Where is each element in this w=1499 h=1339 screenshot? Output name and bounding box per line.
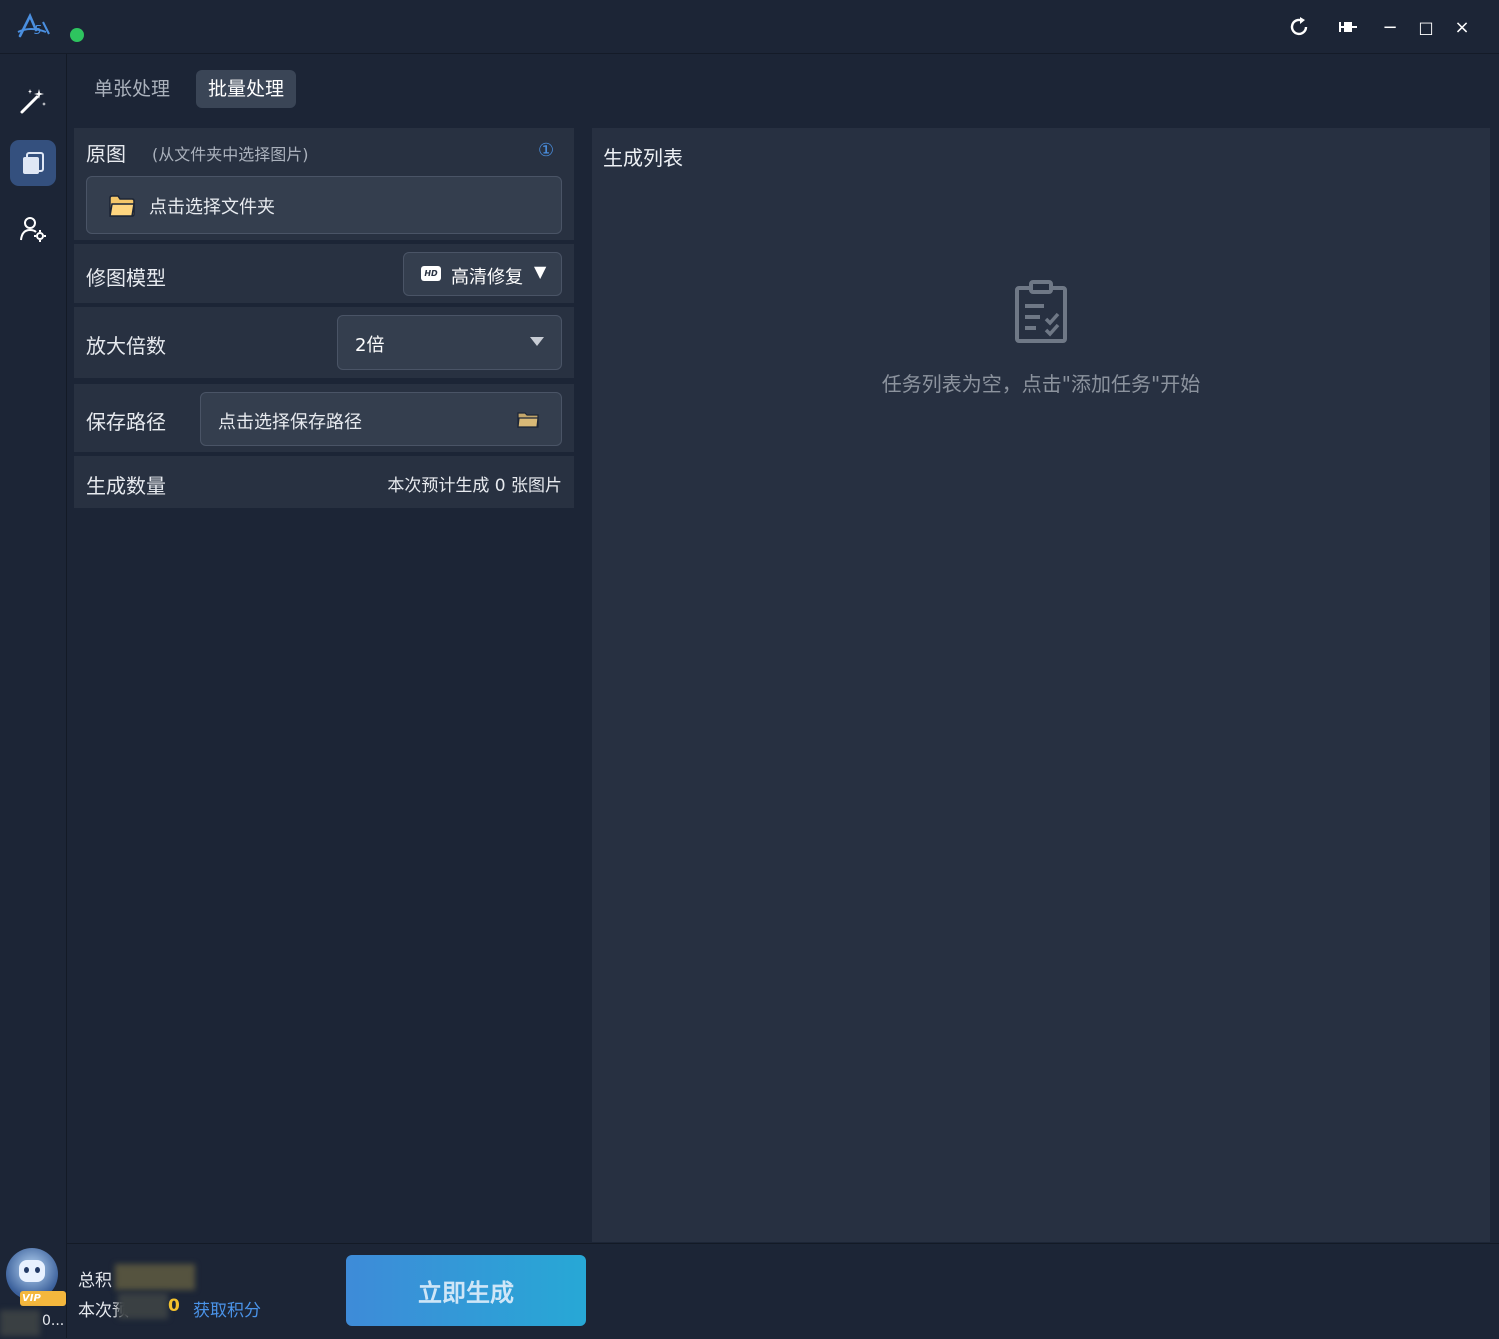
batch-nav-button[interactable] — [10, 140, 56, 186]
source-section: 原图 (从文件夹中选择图片) ① 点击选择文件夹 — [74, 128, 574, 240]
folder-icon[interactable] — [517, 411, 539, 429]
folder-icon — [109, 195, 135, 217]
save-path-field[interactable]: 点击选择保存路径 — [200, 392, 562, 446]
refresh-icon[interactable] — [1286, 14, 1312, 40]
blurred-total-points — [115, 1264, 195, 1290]
online-status-dot — [70, 28, 84, 42]
count-text: 本次预计生成 0 张图片 — [387, 476, 562, 496]
vip-badge: VIP — [20, 1291, 66, 1306]
select-folder-label: 点击选择文件夹 — [149, 197, 275, 218]
count-section: 生成数量 本次预计生成 0 张图片 — [74, 456, 574, 508]
layers-icon — [23, 152, 44, 174]
tab-single[interactable]: 单张处理 — [82, 70, 182, 108]
tab-bar: 单张处理 批量处理 — [67, 54, 1499, 122]
scale-label: 放大倍数 — [86, 334, 166, 358]
chevron-down-icon: ▼ — [534, 262, 547, 281]
hd-icon: HD — [421, 266, 441, 281]
chevron-down-icon — [530, 337, 544, 346]
tab-batch[interactable]: 批量处理 — [196, 70, 297, 108]
close-button[interactable]: × — [1449, 14, 1475, 40]
username-tail: 0... — [42, 1313, 65, 1329]
model-section: 修图模型 HD 高清修复 ▼ — [74, 244, 574, 303]
source-label: 原图 — [86, 142, 126, 166]
generate-button[interactable]: 立即生成 — [346, 1255, 586, 1326]
scale-section: 放大倍数 2倍 — [74, 307, 574, 378]
this-time-points-tail: 0 — [168, 1296, 180, 1316]
save-path-section: 保存路径 点击选择保存路径 — [74, 384, 574, 452]
model-select[interactable]: HD 高清修复 ▼ — [403, 252, 562, 296]
minimize-button[interactable]: − — [1377, 14, 1403, 40]
pin-icon[interactable] — [1335, 14, 1361, 40]
maximize-icon: □ — [1418, 17, 1434, 37]
task-list-panel: 生成列表 任务列表为空，点击"添加任务"开始 — [592, 128, 1490, 1242]
select-folder-button[interactable]: 点击选择文件夹 — [86, 176, 562, 234]
close-icon: × — [1454, 16, 1470, 38]
empty-task-message: 任务列表为空，点击"添加任务"开始 — [881, 372, 1201, 396]
source-hint: (从文件夹中选择图片) — [152, 145, 309, 164]
model-label: 修图模型 — [86, 266, 166, 290]
blurred-username — [0, 1310, 40, 1336]
title-bar: 5 − □ × — [0, 0, 1499, 54]
info-icon[interactable]: ① — [538, 140, 554, 161]
svg-text:5: 5 — [34, 23, 42, 37]
task-list-title: 生成列表 — [603, 146, 683, 170]
bottom-bar — [67, 1243, 1499, 1339]
minimize-icon: − — [1382, 16, 1398, 38]
clipboard-icon — [1015, 280, 1067, 343]
get-points-link[interactable]: 获取积分 — [193, 1296, 261, 1321]
count-label: 生成数量 — [86, 474, 166, 498]
scale-select[interactable]: 2倍 — [337, 315, 562, 370]
user-gear-icon — [20, 217, 46, 242]
model-value: 高清修复 — [451, 267, 523, 288]
magic-wand-icon — [20, 89, 46, 114]
user-settings-nav-button[interactable] — [10, 206, 56, 252]
magic-wand-nav-button[interactable] — [10, 78, 56, 124]
save-path-placeholder: 点击选择保存路径 — [218, 412, 362, 433]
total-points-label: 总积 — [78, 1271, 112, 1291]
maximize-button[interactable]: □ — [1413, 14, 1439, 40]
app-logo-icon: 5 — [17, 12, 50, 38]
blurred-this-time-points — [118, 1293, 168, 1319]
save-path-label: 保存路径 — [86, 410, 166, 434]
scale-value: 2倍 — [355, 335, 385, 356]
